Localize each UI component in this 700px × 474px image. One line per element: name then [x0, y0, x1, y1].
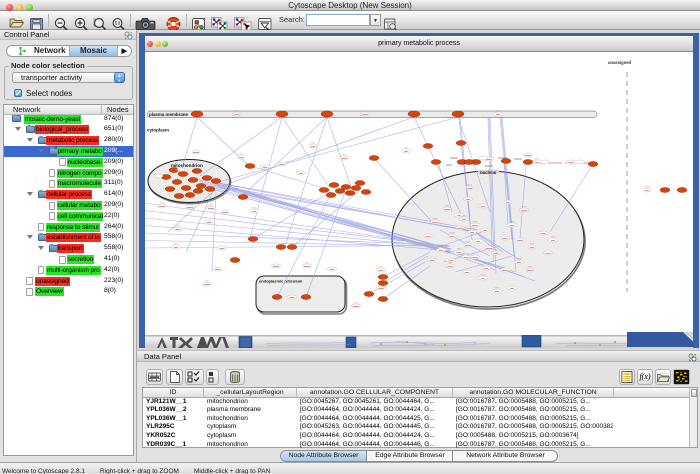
svg-text:plasma membrane: plasma membrane	[149, 112, 189, 117]
svg-text:nucleus: nucleus	[480, 170, 497, 175]
svg-text:mitochondrion: mitochondrion	[171, 163, 203, 168]
svg-text:cytoplasm: cytoplasm	[147, 128, 169, 133]
svg-text:unassigned: unassigned	[608, 60, 632, 65]
svg-text:endoplasmic reticulum: endoplasmic reticulum	[259, 279, 303, 284]
